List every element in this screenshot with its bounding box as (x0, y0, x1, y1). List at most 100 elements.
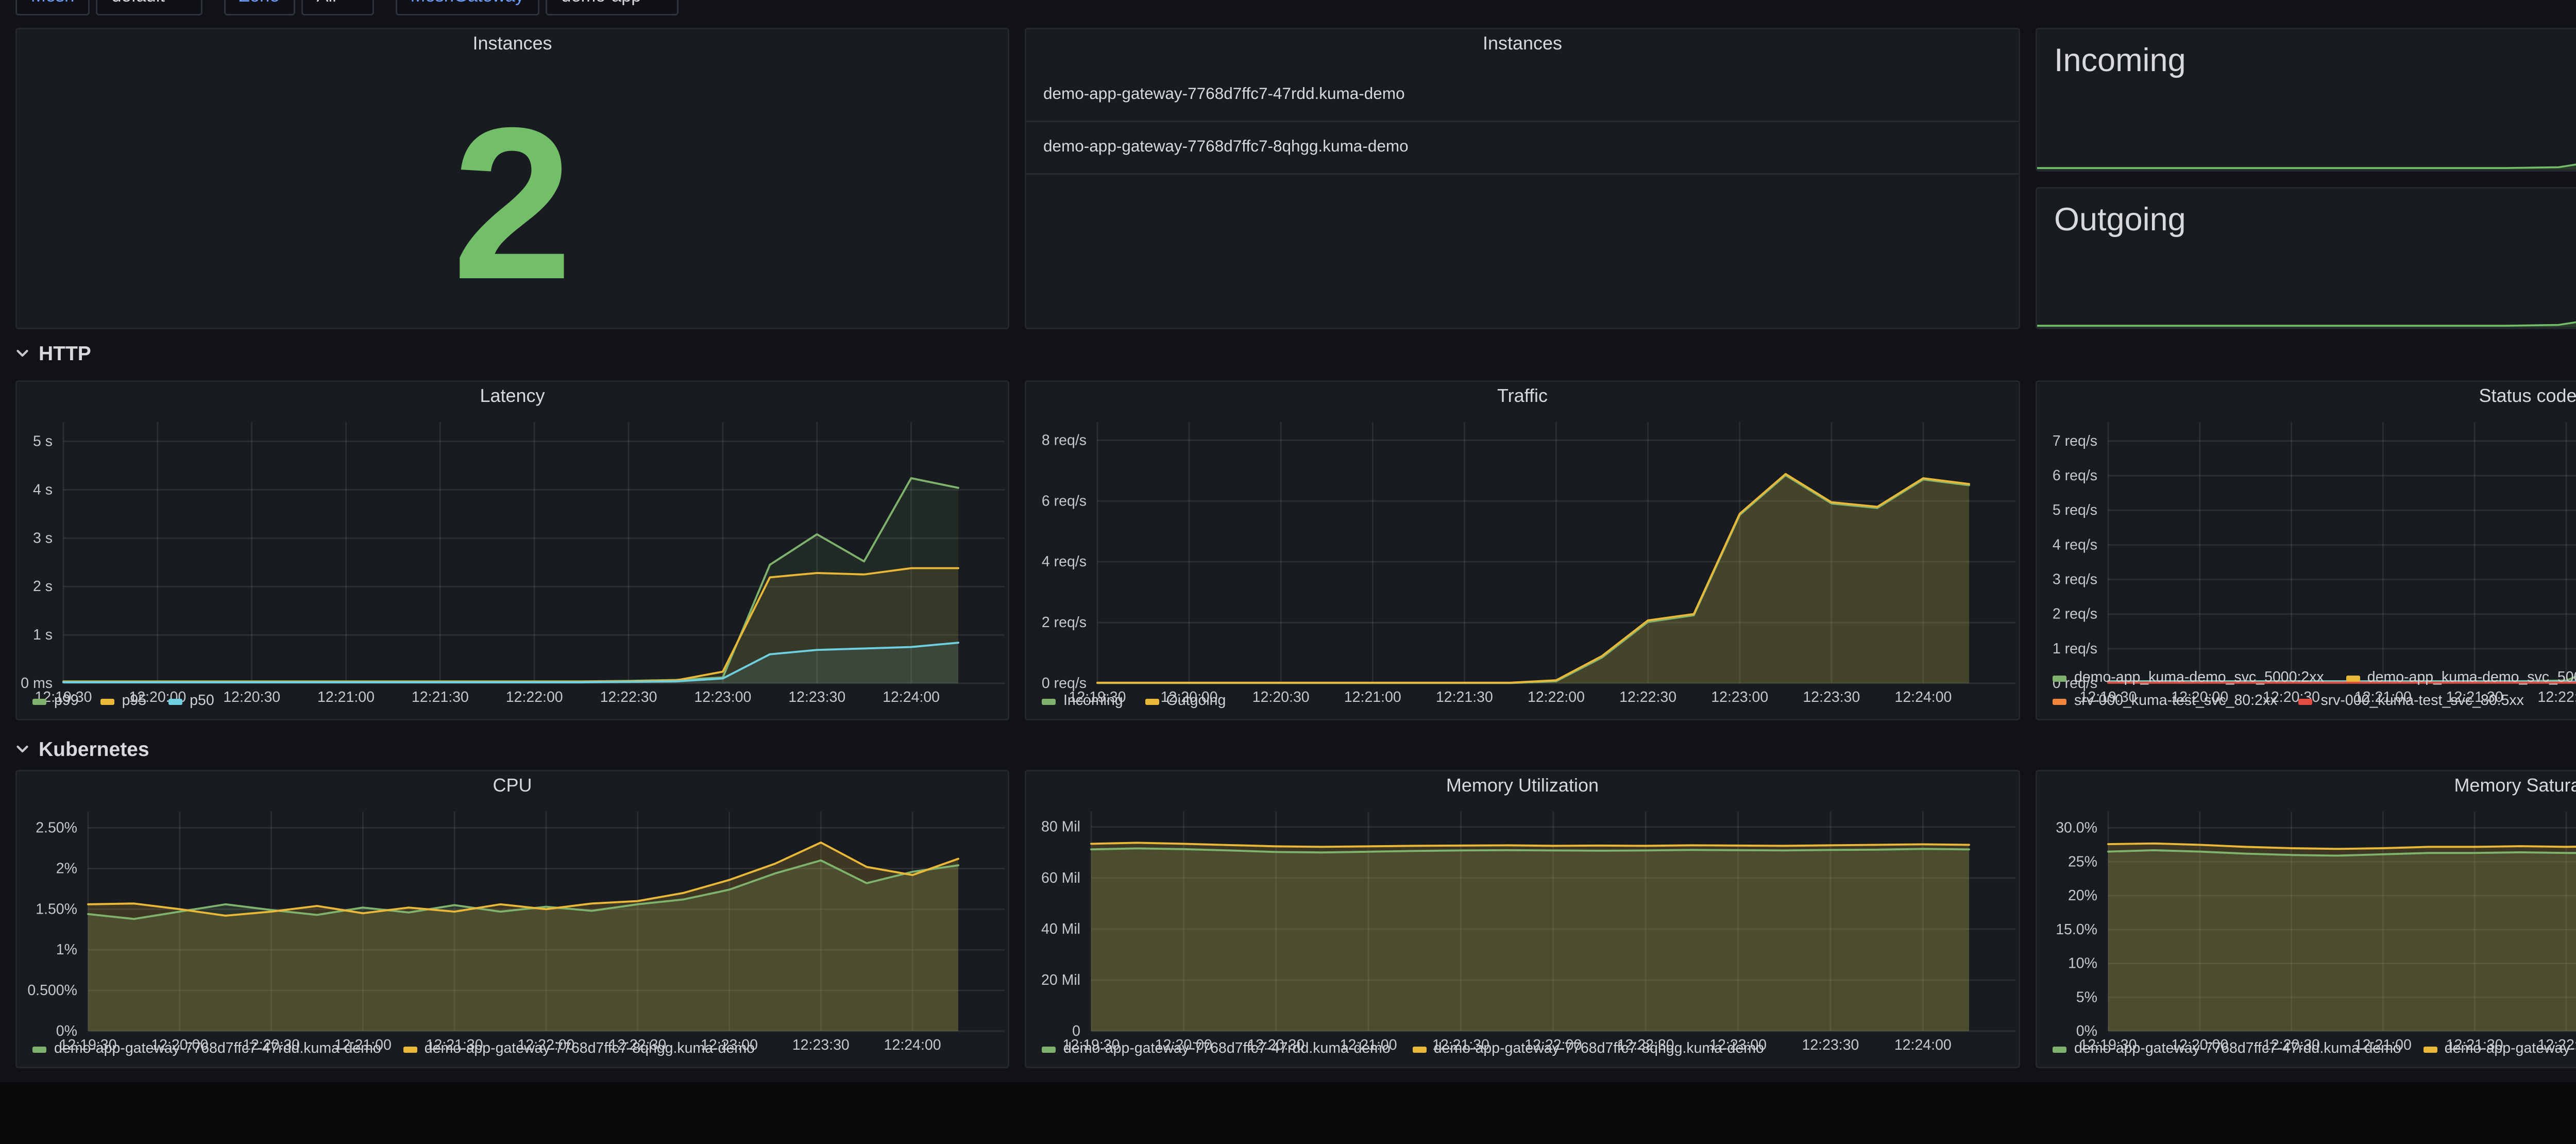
legend-label: demo-app-gateway-7768d7ffc7-8qhgg.kuma-d… (2444, 1040, 2576, 1057)
panel-memory-utilization: Memory Utilization 0 20 Mil 40 Mil 60 Mil 80… (1025, 770, 2020, 1068)
y-tick-label: 2% (56, 860, 77, 877)
panel-title[interactable]: Traffic (1026, 382, 2019, 411)
memory-utilization-svg: 020 Mil40 Mil60 Mil80 Mil12:19:30 12:20:0… (1041, 812, 2015, 1053)
legend-swatch-icon (168, 698, 182, 704)
legend-item[interactable]: demo-app_kuma-demo_svc_5000:2xx (2053, 668, 2324, 688)
variable-label: Zone (223, 0, 295, 15)
legend-swatch-icon (2345, 675, 2360, 681)
legend-swatch-icon (1412, 1046, 1426, 1052)
legend-label: demo-app_kuma-demo_svc_5000:2xx (2074, 669, 2324, 686)
legend-label: demo-app_kuma-demo_svc_5000:3xx (2367, 669, 2576, 686)
instances-table: demo-app-gateway-7768d7ffc7-47rdd.kuma-d… (1026, 68, 2019, 175)
chevron-down-icon: ▼ (652, 0, 663, 3)
legend-swatch-icon (1042, 698, 1056, 704)
y-tick-label: 1 s (33, 627, 53, 643)
legend-label: demo-app-gateway-7768d7ffc7-47rdd.kuma-d… (2074, 1040, 2401, 1057)
variable-mesh: Mesh default▼ (15, 0, 202, 19)
section-header-kubernetes[interactable]: Kubernetes (15, 737, 149, 761)
latency-svg: 0 ms1 s2 s3 s4 s5 s12:19:30 12:20:00 12:20… (21, 422, 1005, 705)
legend-swatch-icon (100, 698, 114, 704)
y-tick-label: 30.0% (2056, 820, 2097, 836)
stat-title[interactable]: Outgoing (2054, 202, 2186, 239)
legend-swatch-icon (1144, 698, 1159, 704)
legend-item[interactable]: demo-app-gateway-7768d7ffc7-8qhgg.kuma-d… (402, 1039, 755, 1059)
panel-outgoing-stat: Outgoing 6.56req/s (2036, 187, 2576, 330)
chevron-down-icon (15, 342, 29, 365)
y-tick-label: 6 req/s (2053, 467, 2097, 484)
sparkline-svg (2037, 163, 2576, 170)
legend-item[interactable]: Incoming (1042, 691, 1123, 711)
legend-swatch-icon (32, 1046, 46, 1052)
cpu-legend: demo-app-gateway-7768d7ffc7-47rdd.kuma-d… (17, 1036, 1008, 1067)
status-codes-legend: demo-app_kuma-demo_svc_5000:2xx demo-app_… (2037, 665, 2576, 719)
legend-item[interactable]: Outgoing (1144, 691, 1226, 711)
panel-title[interactable]: Instances (1026, 29, 2019, 59)
panel-title[interactable]: Status codes (2037, 382, 2576, 411)
y-tick-label: 5 req/s (2053, 502, 2097, 518)
legend-item[interactable]: p50 (168, 691, 214, 711)
panel-title[interactable]: Memory Saturation (2037, 771, 2576, 801)
panel-memory-saturation: Memory Saturation 0%5%10%15.0%20%25%30.0… (2036, 770, 2576, 1068)
memory-utilization-legend: demo-app-gateway-7768d7ffc7-47rdd.kuma-d… (1026, 1036, 2019, 1067)
variable-meshgateway: MeshGateway demo-app▼ (395, 0, 679, 19)
panel-title[interactable]: Memory Utilization (1026, 771, 2019, 801)
instances-count-value: 2 (452, 81, 573, 324)
legend-item[interactable]: p95 (100, 691, 147, 711)
y-tick-label: 5 s (33, 433, 53, 450)
y-tick-label: 20 Mil (1041, 972, 1080, 988)
legend-item[interactable]: demo-app_kuma-demo_svc_5000:3xx (2345, 668, 2576, 688)
y-tick-label: 0.500% (27, 982, 77, 999)
table-row: demo-app-gateway-7768d7ffc7-47rdd.kuma-d… (1026, 68, 2019, 122)
legend-item[interactable]: p99 (32, 691, 79, 711)
traffic-legend: Incoming Outgoing (1026, 688, 2019, 719)
legend-item[interactable]: demo-app-gateway-7768d7ffc7-47rdd.kuma-d… (2053, 1039, 2401, 1059)
y-tick-label: 4 s (33, 481, 53, 498)
y-tick-label: 5% (2076, 989, 2097, 1005)
legend-label: demo-app-gateway-7768d7ffc7-47rdd.kuma-d… (54, 1040, 381, 1057)
stat-title[interactable]: Incoming (2054, 43, 2186, 80)
y-tick-label: 4 req/s (2053, 536, 2097, 553)
panel-title[interactable]: CPU (17, 771, 1008, 801)
traffic-plot: 0 req/s 2 req/s 4 req/s 6 req/s 8 req/s 12:19… (1026, 411, 2019, 705)
y-tick-label: 1% (56, 941, 77, 958)
y-tick-label: 6 req/s (1042, 493, 1087, 509)
legend-item[interactable]: demo-app-gateway-7768d7ffc7-8qhgg.kuma-d… (2422, 1039, 2576, 1059)
legend-swatch-icon (2053, 1046, 2066, 1052)
chevron-down-icon (15, 737, 29, 761)
y-tick-label: 40 Mil (1041, 921, 1080, 937)
y-tick-label: 2 s (33, 578, 53, 595)
variable-value-dropdown[interactable]: default▼ (96, 0, 202, 15)
legend-swatch-icon (2053, 675, 2066, 681)
legend-swatch-icon (2053, 698, 2066, 704)
legend-label: p95 (122, 693, 147, 710)
panel-instances-list: Instances demo-app-gateway-7768d7ffc7-47… (1025, 28, 2020, 329)
variable-zone: Zone All▼ (223, 0, 374, 19)
variable-value-dropdown[interactable]: All▼ (301, 0, 374, 15)
panel-title[interactable]: Latency (17, 382, 1008, 411)
legend-label: demo-app-gateway-7768d7ffc7-47rdd.kuma-d… (1063, 1040, 1391, 1057)
table-row: demo-app-gateway-7768d7ffc7-8qhgg.kuma-d… (1026, 122, 2019, 175)
y-tick-label: 3 s (33, 530, 53, 546)
legend-swatch-icon (2299, 698, 2313, 704)
cpu-svg: 0%0.500%1%1.50%2%2.50%12:19:30 12:20:00 12… (27, 812, 1005, 1053)
variable-value-dropdown[interactable]: demo-app▼ (546, 0, 679, 15)
legend-label: demo-app-gateway-7768d7ffc7-8qhgg.kuma-d… (424, 1040, 755, 1057)
legend-item[interactable]: demo-app-gateway-7768d7ffc7-47rdd.kuma-d… (1042, 1039, 1391, 1059)
legend-item[interactable]: demo-app-gateway-7768d7ffc7-47rdd.kuma-d… (32, 1039, 381, 1059)
legend-item[interactable]: srv-000_kuma-test_svc_80:2xx (2053, 691, 2277, 711)
legend-swatch-icon (402, 1046, 417, 1052)
panel-title[interactable]: Instances (17, 29, 1008, 59)
y-tick-label: 15.0% (2056, 921, 2097, 938)
y-tick-label: 2.50% (36, 820, 77, 836)
legend-label: p99 (54, 693, 79, 710)
y-tick-label: 1 req/s (2053, 641, 2097, 657)
template-variable-bar: Mesh default▼ Zone All▼ MeshGateway demo-app▼ (15, 0, 700, 19)
y-tick-label: 20% (2068, 887, 2097, 904)
legend-item[interactable]: demo-app-gateway-7768d7ffc7-8qhgg.kuma-d… (1412, 1039, 1764, 1059)
legend-label: Incoming (1063, 693, 1123, 710)
variable-label: Mesh (15, 0, 90, 15)
section-header-http[interactable]: HTTP (15, 342, 91, 365)
legend-item[interactable]: srv-000_kuma-test_svc_80:5xx (2299, 691, 2524, 711)
section-label: HTTP (39, 342, 91, 365)
incoming-sparkline (2037, 92, 2576, 170)
